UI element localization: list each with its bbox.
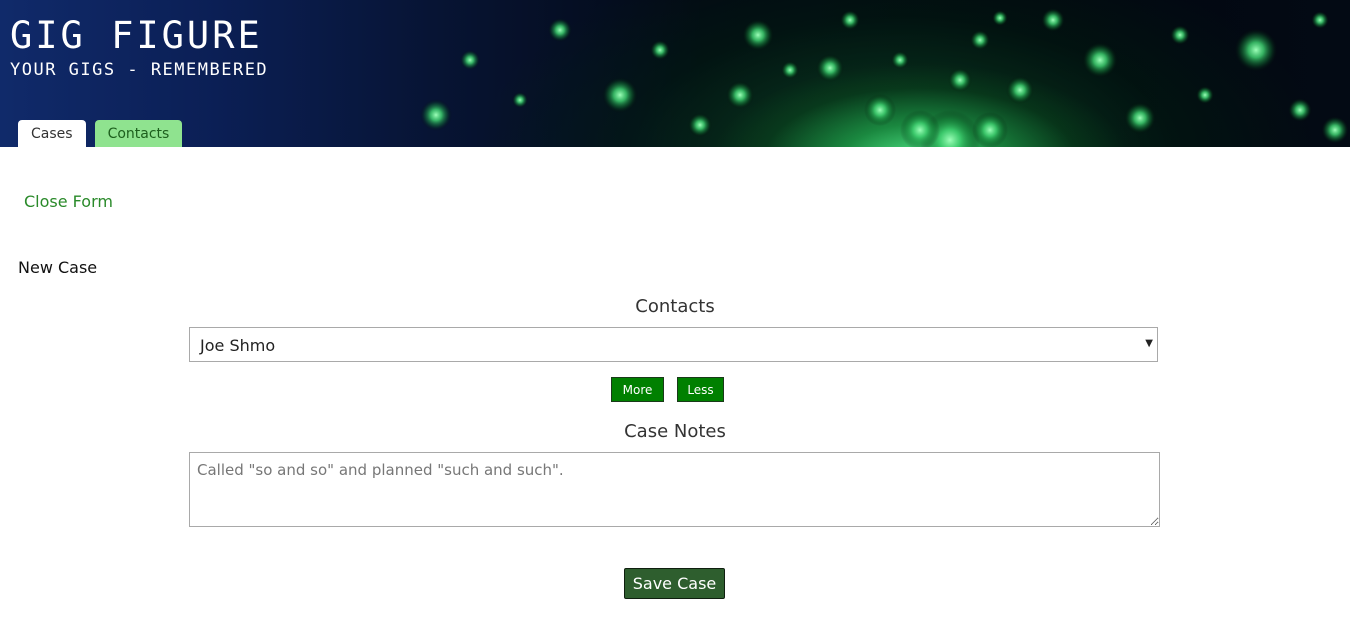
save-case-button[interactable]: Save Case <box>624 568 725 599</box>
main-content: Close Form New Case Contacts Joe Shmo ▼ … <box>0 147 1350 625</box>
less-button[interactable]: Less <box>677 377 724 402</box>
tab-contacts[interactable]: Contacts <box>94 120 183 147</box>
header-banner: GIG FIGURE YOUR GIGS - REMEMBERED Cases … <box>0 0 1350 147</box>
app-subtitle: YOUR GIGS - REMEMBERED <box>10 60 269 80</box>
close-form-link[interactable]: Close Form <box>24 192 113 211</box>
brand: GIG FIGURE YOUR GIGS - REMEMBERED <box>10 14 268 81</box>
dropdown-arrow-icon: ▼ <box>1145 338 1153 349</box>
contacts-label: Contacts <box>635 296 715 317</box>
app-title: GIG FIGURE <box>10 14 263 57</box>
more-button[interactable]: More <box>611 377 664 402</box>
contacts-select-value: Joe Shmo <box>200 336 276 355</box>
case-notes-textarea[interactable] <box>189 452 1160 527</box>
contacts-select[interactable]: Joe Shmo ▼ <box>189 327 1158 362</box>
tab-bar: Cases Contacts <box>18 120 183 147</box>
tab-cases[interactable]: Cases <box>18 120 86 147</box>
form-title: New Case <box>18 258 98 277</box>
case-notes-label: Case Notes <box>624 421 726 442</box>
